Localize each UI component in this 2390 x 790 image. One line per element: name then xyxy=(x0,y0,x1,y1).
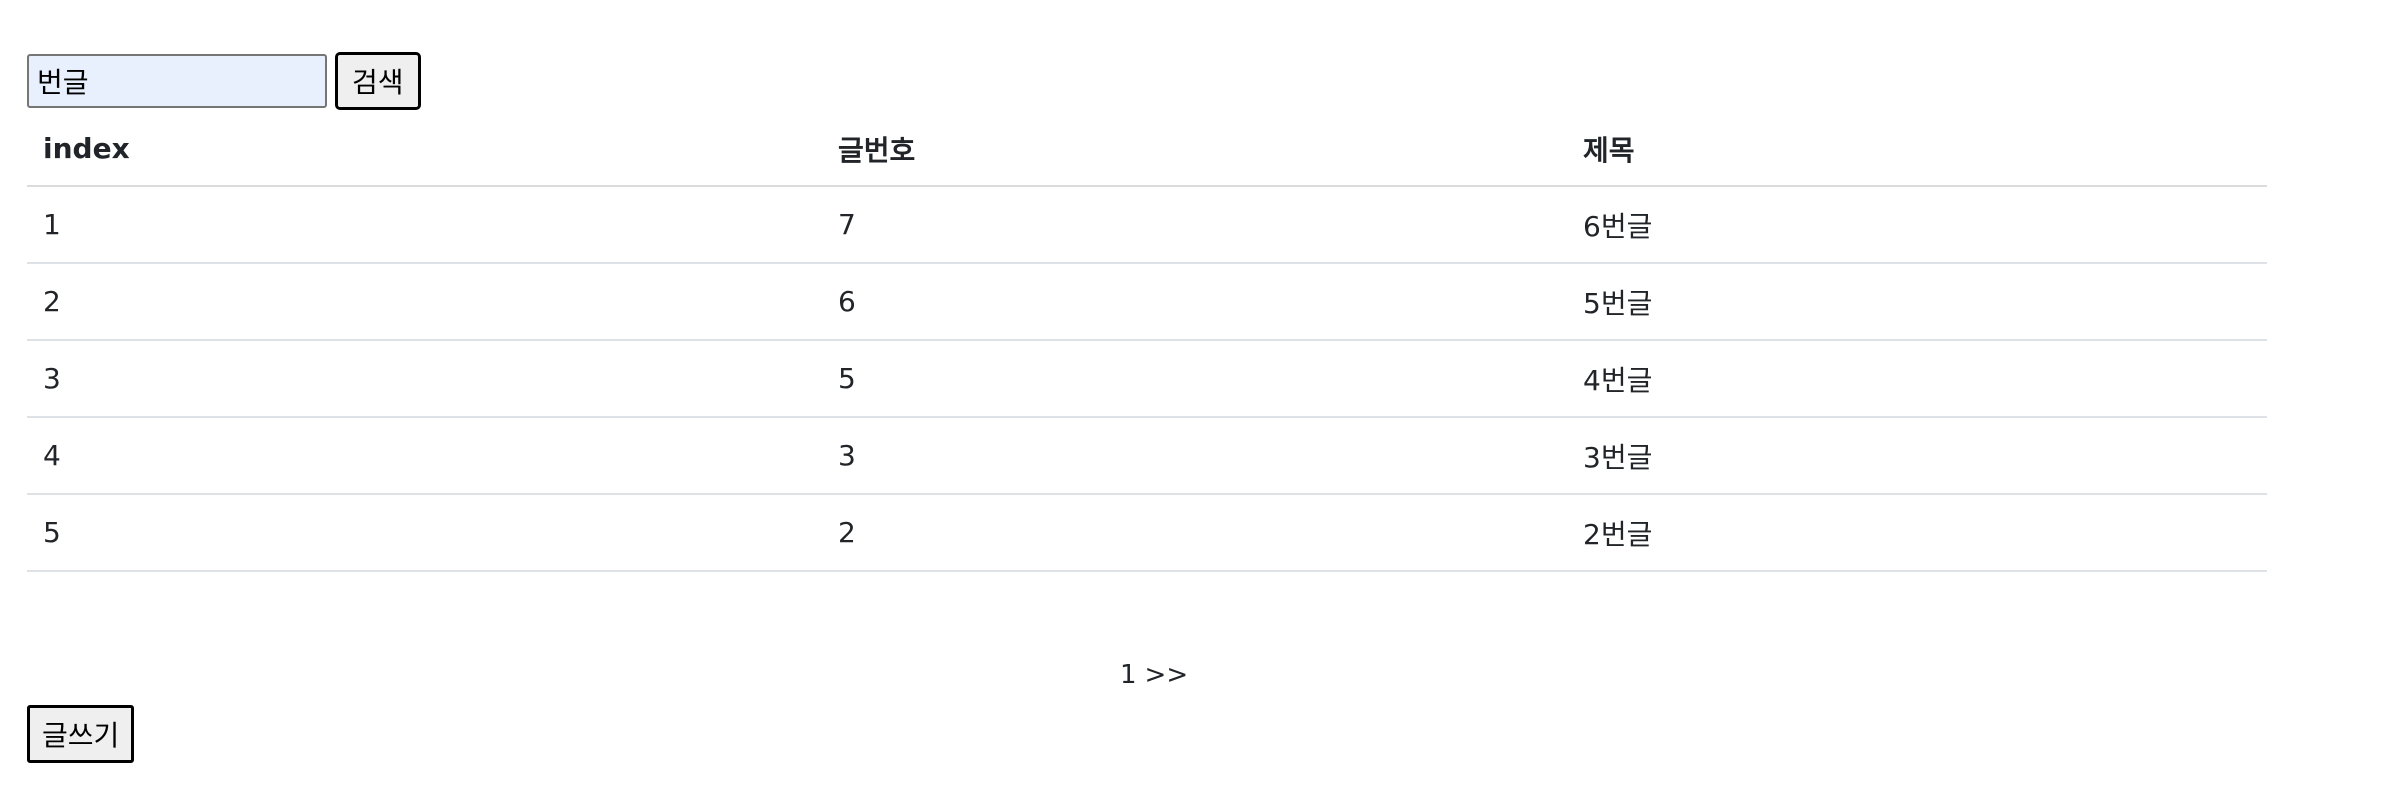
cell-post-number: 5 xyxy=(822,340,1567,418)
cell-title-link[interactable]: 2번글 xyxy=(1567,494,2267,572)
next-page-link[interactable]: >> xyxy=(1145,660,1189,690)
cell-index: 5 xyxy=(27,494,822,572)
cell-post-number: 2 xyxy=(822,494,1567,572)
column-header-index: index xyxy=(27,112,822,187)
cell-index: 3 xyxy=(27,340,822,418)
cell-title-link[interactable]: 6번글 xyxy=(1567,186,2267,264)
column-header-title: 제목 xyxy=(1567,112,2267,187)
table-row: 4 3 3번글 xyxy=(27,417,2267,495)
table-header-row: index 글번호 제목 xyxy=(27,112,2267,187)
cell-title-link[interactable]: 3번글 xyxy=(1567,417,2267,495)
table-row: 2 6 5번글 xyxy=(27,263,2267,341)
column-header-post-number: 글번호 xyxy=(822,112,1567,187)
cell-index: 4 xyxy=(27,417,822,495)
board-page: 검색 index 글번호 제목 1 7 6번글 2 6 5번글 xyxy=(0,0,2390,790)
cell-title-link[interactable]: 5번글 xyxy=(1567,263,2267,341)
board-table: index 글번호 제목 1 7 6번글 2 6 5번글 3 5 4번글 4 3… xyxy=(27,112,2267,572)
cell-post-number: 7 xyxy=(822,186,1567,264)
cell-title-link[interactable]: 4번글 xyxy=(1567,340,2267,418)
table-row: 3 5 4번글 xyxy=(27,340,2267,418)
write-post-button[interactable]: 글쓰기 xyxy=(27,705,135,763)
search-bar: 검색 xyxy=(27,52,421,110)
table-row: 5 2 2번글 xyxy=(27,494,2267,572)
search-input[interactable] xyxy=(27,54,327,108)
cell-post-number: 6 xyxy=(822,263,1567,341)
cell-post-number: 3 xyxy=(822,417,1567,495)
cell-index: 1 xyxy=(27,186,822,264)
table-row: 1 7 6번글 xyxy=(27,186,2267,264)
cell-index: 2 xyxy=(27,263,822,341)
search-button[interactable]: 검색 xyxy=(335,52,421,110)
pagination: 1 >> xyxy=(1120,660,1188,690)
page-number-link[interactable]: 1 xyxy=(1120,660,1137,690)
